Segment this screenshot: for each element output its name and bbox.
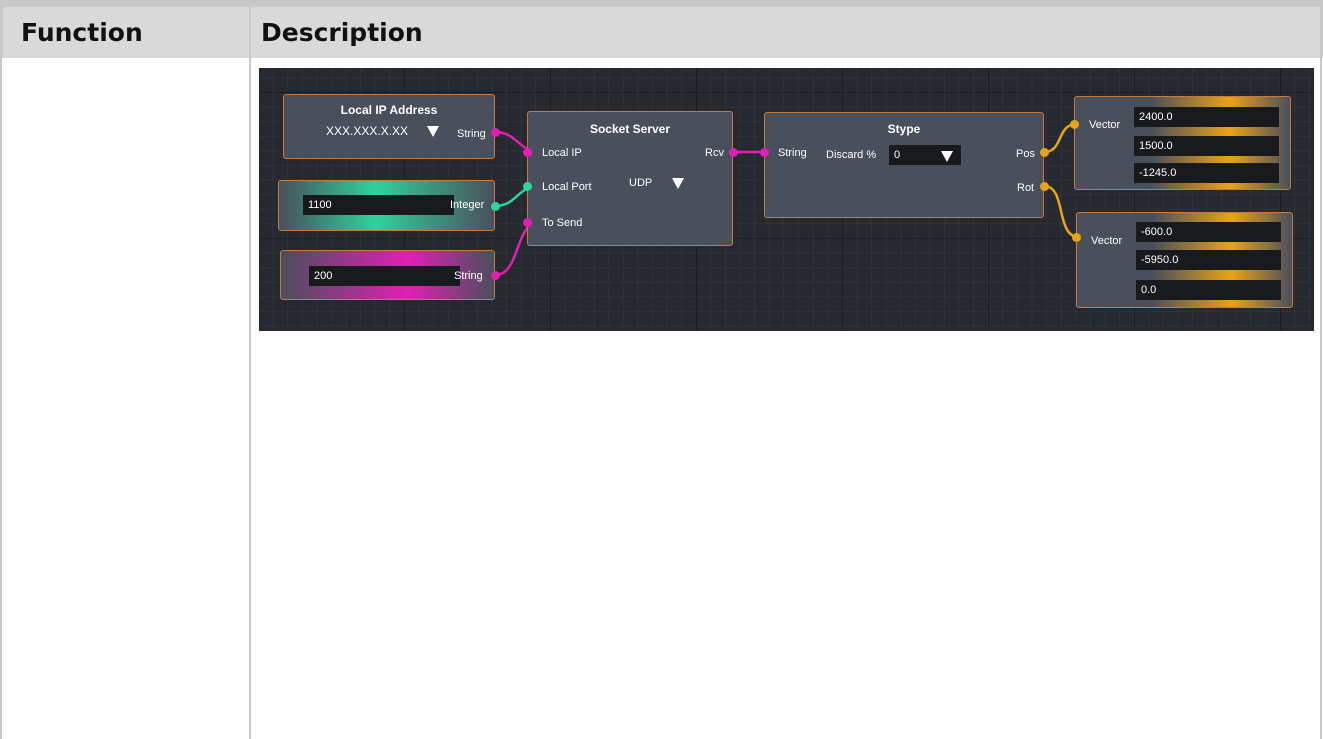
local-ip-value[interactable]: XXX.XXX.X.XX xyxy=(326,124,408,138)
documentation-table: Function Description Local IP Address XX… xyxy=(0,0,1323,739)
string-value-field[interactable]: 200 xyxy=(309,266,460,286)
integer-output-label: Integer xyxy=(450,199,485,211)
pos-output-port[interactable] xyxy=(1040,148,1049,157)
vector-rot-label: Vector xyxy=(1091,235,1123,247)
local-port-input-label: Local Port xyxy=(542,181,592,193)
local-ip-output-port[interactable] xyxy=(491,128,500,137)
protocol-dropdown-arrow-icon[interactable] xyxy=(672,178,684,189)
integer-output-port[interactable] xyxy=(491,202,500,211)
socket-server-title: Socket Server xyxy=(589,122,671,136)
rot-output-label: Rot xyxy=(1017,182,1035,194)
vector-rot-node[interactable]: Vector -600.0 -5950.0 0.0 xyxy=(1076,212,1293,308)
wire-rot xyxy=(1043,184,1080,239)
discard-dropdown-arrow-icon[interactable] xyxy=(941,151,953,162)
socket-server-node[interactable]: Socket Server Local IP Local Port To Sen… xyxy=(527,111,733,246)
discard-label: Discard % xyxy=(826,149,877,161)
stype-node[interactable]: Stype String Discard % 0 Pos Rot xyxy=(764,112,1044,218)
pos-output-label: Pos xyxy=(1016,148,1035,160)
vector-rot-y-field[interactable]: -5950.0 xyxy=(1136,250,1281,270)
table-border-right xyxy=(1320,58,1322,739)
vector-pos-input-port[interactable] xyxy=(1070,120,1079,129)
table-column-divider xyxy=(249,58,251,739)
stype-input-port[interactable] xyxy=(760,148,769,157)
stype-input-label: String xyxy=(778,147,807,159)
vector-rot-input-port[interactable] xyxy=(1072,233,1081,242)
string-node[interactable]: 200 String xyxy=(280,250,495,300)
to-send-input-label: To Send xyxy=(542,217,583,229)
stype-title: Stype xyxy=(887,122,921,136)
vector-pos-node[interactable]: Vector 2400.0 1500.0 -1245.0 xyxy=(1074,96,1291,190)
rcv-output-port[interactable] xyxy=(729,148,738,157)
local-ip-title: Local IP Address xyxy=(340,103,438,117)
vector-rot-x-field[interactable]: -600.0 xyxy=(1136,222,1281,242)
to-send-input-port[interactable] xyxy=(523,218,532,227)
local-ip-input-port[interactable] xyxy=(523,148,532,157)
local-ip-node[interactable]: Local IP Address XXX.XXX.X.XX String xyxy=(283,94,495,159)
vector-pos-z-field[interactable]: -1245.0 xyxy=(1134,163,1279,183)
function-header-label: Function xyxy=(21,18,143,47)
local-port-input-port[interactable] xyxy=(523,182,532,191)
function-column-header: Function xyxy=(0,0,249,58)
vector-rot-z-field[interactable]: 0.0 xyxy=(1136,280,1281,300)
integer-node[interactable]: 1100 Integer xyxy=(278,180,495,231)
local-ip-output-label: String xyxy=(457,128,486,140)
rot-output-port[interactable] xyxy=(1040,182,1049,191)
string-output-port[interactable] xyxy=(491,271,500,280)
description-header-label: Description xyxy=(261,18,423,47)
vector-pos-y-field[interactable]: 1500.0 xyxy=(1134,136,1279,156)
description-column-header: Description xyxy=(249,0,1323,58)
integer-value-field[interactable]: 1100 xyxy=(303,195,454,215)
dropdown-arrow-icon[interactable] xyxy=(427,126,439,137)
rcv-output-label: Rcv xyxy=(705,147,724,159)
node-graph-screenshot: Local IP Address XXX.XXX.X.XX String 110… xyxy=(259,68,1314,331)
local-ip-input-label: Local IP xyxy=(542,147,582,159)
vector-pos-x-field[interactable]: 2400.0 xyxy=(1134,107,1279,127)
table-border-left xyxy=(0,58,2,739)
string-output-label: String xyxy=(454,270,483,282)
vector-pos-label: Vector xyxy=(1089,119,1121,131)
protocol-dropdown-value[interactable]: UDP xyxy=(629,177,652,189)
